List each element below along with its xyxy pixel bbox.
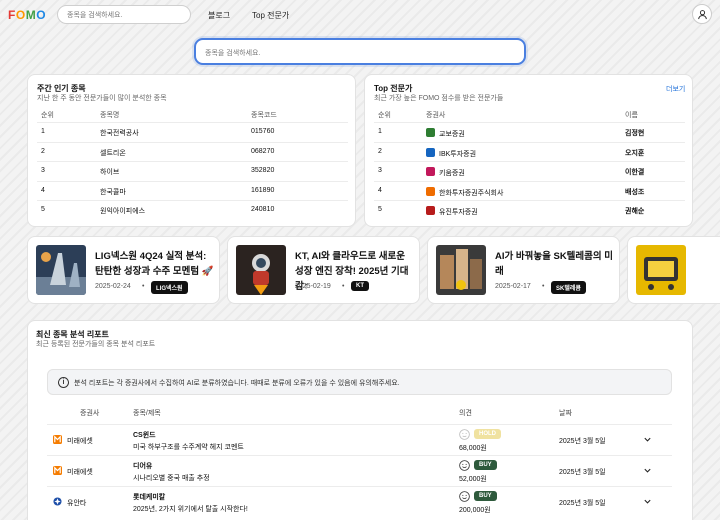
news-stock-tag[interactable]: SK텔레콤: [551, 281, 586, 294]
report-row[interactable]: 유안타 롯데케미칼 2025년, 2가지 위기에서 탈출 시작한다! BUY 2…: [47, 486, 672, 517]
user-button[interactable]: [692, 4, 712, 24]
target-price: 68,000원: [459, 445, 487, 452]
firm-logo-icon: [426, 186, 435, 196]
opinion-badge: BUY: [474, 460, 497, 470]
column-header: 증권사: [80, 410, 100, 417]
chevron-down-icon[interactable]: [643, 497, 652, 506]
report-row[interactable]: 미래에셋 CS윈드 미국 하부구조를 수주계약 헤지 코멘트 HOLD 68,0…: [47, 424, 672, 455]
news-title: LIG넥스원 4Q24 실적 분석: 탄탄한 성장과 수주 모멘텀 🚀: [95, 251, 214, 277]
news-thumbnail-image: [636, 245, 686, 295]
firm-logo-icon: [426, 147, 435, 157]
table-row[interactable]: 3 키움증권 이한결: [374, 162, 685, 182]
report-title: 시나리오별 중국 매출 추정: [133, 475, 210, 482]
target-price: 52,000원: [459, 476, 487, 483]
nav-blog-link[interactable]: 블로그: [208, 10, 230, 21]
smile-icon: [459, 491, 470, 502]
opinion-badge: HOLD: [474, 429, 501, 439]
table-row[interactable]: 2 셀트리온 068270: [37, 143, 348, 162]
reports-subtitle: 최근 등록된 전문가들의 종목 분석 리포트: [36, 341, 156, 348]
table-row[interactable]: 4 한화투자증권주식회사 배성조: [374, 182, 685, 201]
table-header: 순위 증권사 이름: [374, 105, 685, 123]
news-card[interactable]: LIG넥스원 4Q24 실적 분석: 탄탄한 성장과 수주 모멘텀 🚀 2025…: [27, 236, 220, 304]
table-row[interactable]: 3 하이브 352820: [37, 162, 348, 182]
info-notice: i 분석 리포트는 각 증권사에서 수집하여 AI로 분류하였습니다. 때때로 …: [47, 369, 672, 395]
yuanta-logo-icon: [53, 497, 62, 506]
table-row[interactable]: 2 IBK투자증권 오지훈: [374, 143, 685, 162]
weekly-popular-subtitle: 지난 한 주 동안 전문가들이 많이 분석한 종목: [37, 95, 167, 102]
fomo-logo[interactable]: F O M O: [8, 8, 46, 22]
column-header: 종목/제목: [133, 410, 161, 417]
report-row[interactable]: 미래에셋 디어유 시나리오별 중국 매출 추정 BUY 52,000원 2025…: [47, 455, 672, 486]
target-price: 200,000원: [459, 507, 491, 514]
column-header: 날짜: [559, 410, 572, 417]
column-header: 의견: [459, 410, 472, 417]
news-stock-tag[interactable]: KT: [351, 281, 369, 291]
report-title: 2025년, 2가지 위기에서 탈출 시작한다!: [133, 506, 248, 513]
main-search-input[interactable]: 종목을 검색하세요.: [194, 38, 526, 65]
news-stock-tag[interactable]: LIG넥스원: [151, 281, 188, 294]
report-firm: 미래에셋: [67, 438, 93, 445]
smile-icon: [459, 460, 470, 471]
report-firm: 미래에셋: [67, 469, 93, 476]
report-date: 2025년 3월 5일: [559, 438, 606, 445]
news-card[interactable]: AI가 바꿔놓을 SK텔레콤의 미래 2025-02-17 • SK텔레콤: [427, 236, 620, 304]
table-row[interactable]: 1 교보증권 김정현: [374, 123, 685, 143]
news-title: AI가 바꿔놓을 SK텔레콤의 미래: [495, 251, 614, 277]
top-experts-subtitle: 최근 가장 높은 FOMO 점수를 받은 전문가들: [374, 95, 504, 102]
neutral-face-icon: [459, 429, 470, 440]
report-date: 2025년 3월 5일: [559, 469, 606, 476]
chevron-down-icon[interactable]: [643, 466, 652, 475]
more-link[interactable]: 더보기: [666, 84, 685, 94]
report-stock: 디어유: [133, 463, 153, 470]
table-row[interactable]: 5 유진투자증권 권해순: [374, 201, 685, 221]
info-icon: i: [58, 377, 69, 388]
top-experts-table: 순위 증권사 이름 1 교보증권 김정현 2 IBK투자증권 오지훈 3 키움증…: [374, 105, 685, 221]
table-row[interactable]: 5 원익아이피에스 240810: [37, 201, 348, 221]
opinion-badge: BUY: [474, 491, 497, 501]
report-title: 미국 하부구조를 수주계약 헤지 코멘트: [133, 444, 244, 451]
table-row[interactable]: 1 한국전력공사 015760: [37, 123, 348, 143]
news-date: 2025-02-17: [495, 283, 531, 290]
user-icon: [697, 9, 707, 19]
weekly-popular-table: 순위 종목명 종목코드 1 한국전력공사 015760 2 셀트리온 06827…: [37, 105, 348, 221]
header-search-input[interactable]: 종목을 검색하세요.: [57, 5, 191, 24]
report-stock: 롯데케미칼: [133, 494, 166, 501]
news-thumbnail-image: [436, 245, 486, 295]
news-card[interactable]: [627, 236, 720, 304]
report-stock: CS윈드: [133, 432, 156, 439]
chevron-down-icon[interactable]: [643, 435, 652, 444]
firm-logo-icon: [426, 128, 435, 137]
mirae-asset-logo-icon: [53, 466, 62, 475]
report-firm: 유안타: [67, 500, 87, 507]
firm-logo-icon: [426, 206, 435, 215]
news-thumbnail-image: [236, 245, 286, 295]
top-experts-card: Top 전문가 최근 가장 높은 FOMO 점수를 받은 전문가들 더보기 순위…: [364, 74, 693, 227]
nav-top-experts-link[interactable]: Top 전문가: [252, 10, 289, 21]
weekly-popular-card: 주간 인기 종목 지난 한 주 동안 전문가들이 많이 분석한 종목 순위 종목…: [27, 74, 356, 227]
top-header: F O M O 종목을 검색하세요. 블로그 Top 전문가: [0, 0, 720, 30]
news-date: 2025-02-24: [95, 283, 131, 290]
news-thumbnail-image: [36, 245, 86, 295]
mirae-asset-logo-icon: [53, 435, 62, 444]
report-date: 2025년 3월 5일: [559, 500, 606, 507]
table-header: 순위 종목명 종목코드: [37, 105, 348, 123]
news-date: 2025-02-19: [295, 283, 331, 290]
firm-logo-icon: [426, 167, 435, 176]
news-card[interactable]: KT, AI와 클라우드로 새로운 성장 엔진 장착! 2025년 기대감↑ 2…: [227, 236, 420, 304]
table-row[interactable]: 4 한국콜마 161890: [37, 182, 348, 201]
